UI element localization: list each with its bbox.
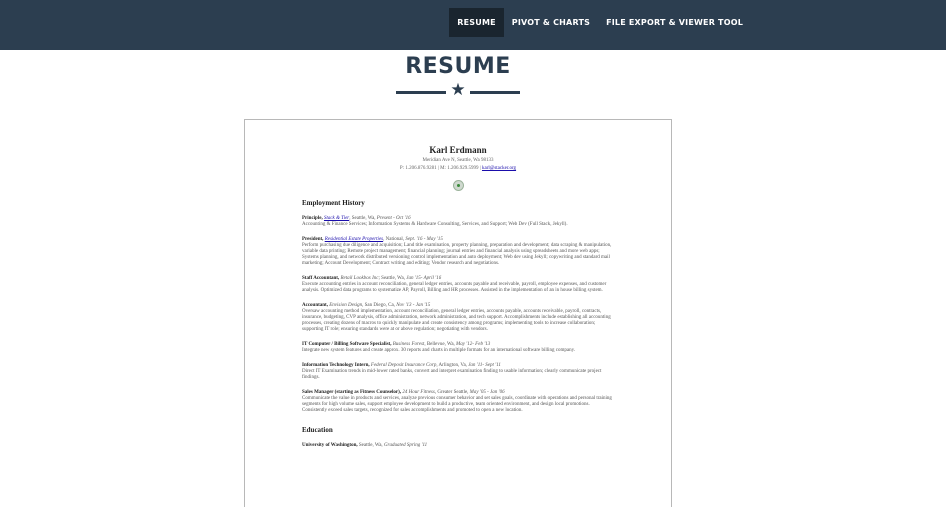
job-meta: ; Seattle, Wa, [378, 276, 407, 281]
job-meta: , National, [383, 237, 406, 242]
job-title: Sales Manager (starting as Fitness Couns… [302, 390, 402, 395]
divider-line-right [470, 91, 520, 94]
top-navbar: RESUME PIVOT & CHARTS FILE EXPORT & VIEW… [0, 0, 946, 50]
job-meta: , San Diego, Ca, [362, 303, 397, 308]
job-dates: Sept. '16 - May '15 [405, 237, 443, 242]
globe-icon[interactable] [452, 180, 464, 191]
contact-separator: | [479, 166, 481, 171]
job-dates: Jan '15- April '16 [406, 276, 442, 281]
resume-body: Employment History Principle, Stack & Ti… [245, 199, 671, 449]
job-title: Information Technology Intern, [302, 363, 370, 368]
company-link[interactable]: Residential Estate Properties [325, 237, 383, 242]
education-heading: Education [302, 426, 333, 434]
job-description: Execute accounting entries in account re… [302, 282, 607, 293]
education-entry: University of Washington, Seattle, Wa, G… [302, 443, 614, 449]
job-title: IT Computer / Billing Software Specialis… [302, 342, 392, 347]
job-entry: Accountant, Envision Design, San Diego, … [302, 303, 614, 333]
company-name: 24 Hour Fitness [402, 390, 435, 395]
resume-mobile: M: 1.206.929.5999 [440, 166, 479, 171]
job-dates: Jan '11- Sept '11 [468, 363, 501, 368]
job-dates: Nov '13 - Jan '15 [396, 303, 431, 308]
resume-header: Karl Erdmann Meridian Ave N, Seattle, Wa… [245, 145, 671, 191]
nav-pivot-charts-link[interactable]: PIVOT & CHARTS [504, 8, 598, 37]
school-meta: Seattle, Wa, [357, 443, 384, 448]
contact-separator: | [437, 166, 439, 171]
job-description: Direct IT Examination trends in mid-lowe… [302, 369, 602, 380]
job-entry: IT Computer / Billing Software Specialis… [302, 342, 614, 354]
school-name: University of Washington, [302, 443, 358, 448]
nav-resume-link[interactable]: RESUME [449, 8, 504, 37]
resume-contact: P: 1.206.876.9281 | M: 1.206.929.5999 | … [245, 166, 671, 171]
company-name: Retail Lookbox Inc [340, 276, 379, 281]
graduation-date: Graduated Spring '11 [383, 443, 428, 448]
job-entry: Sales Manager (starting as Fitness Couns… [302, 390, 614, 414]
nav-menu: RESUME PIVOT & CHARTS FILE EXPORT & VIEW… [449, 8, 751, 37]
job-meta: , Seattle, Wa, [349, 216, 377, 221]
resume-document-viewer[interactable]: Karl Erdmann Meridian Ave N, Seattle, Wa… [244, 119, 672, 507]
divider-line-left [396, 91, 446, 94]
job-title: Accountant, [302, 303, 328, 308]
resume-phone: P: 1.206.876.9281 [399, 166, 437, 171]
job-meta: , Arlington, Va, [436, 363, 469, 368]
job-description: Integrate new system features and create… [302, 348, 576, 353]
job-title: Staff Accountant, [302, 276, 340, 281]
company-name: Envision Design [329, 303, 363, 308]
resume-address: Meridian Ave N, Seattle, Wa 98133 [422, 158, 494, 163]
job-entry: Staff Accountant, Retail Lookbox Inc; Se… [302, 276, 614, 294]
job-dates: May '05 - Jan '06 [469, 390, 505, 395]
resume-email-link[interactable]: karl@stacker.org [482, 166, 516, 171]
job-description: Oversaw accounting method implementation… [302, 309, 611, 332]
star-icon: ★ [450, 80, 466, 100]
job-title: Principle, [302, 216, 323, 221]
title-divider: ★ [396, 80, 520, 102]
job-entry: Principle, Stack & Tier, Seattle, Wa, Pr… [302, 216, 614, 228]
company-name: Federal Deposit Insurance Corp [370, 363, 437, 368]
job-dates: May '12- Feb '13 [456, 342, 491, 347]
company-link[interactable]: Stack & Tier [324, 216, 349, 221]
job-entry: President, Residential Estate Properties… [302, 237, 614, 267]
job-entry: Information Technology Intern, Federal D… [302, 363, 614, 381]
job-title: President, [302, 237, 324, 242]
employment-history-heading: Employment History [302, 199, 365, 207]
job-description: Accounting & Finance Services; Informati… [302, 222, 568, 227]
job-description: Communicate the value in products and se… [302, 396, 612, 413]
job-meta: , Bellevue, Wa, [424, 342, 457, 347]
page-title: RESUME [405, 54, 511, 79]
company-name: Business Forest [392, 342, 425, 347]
nav-file-export-link[interactable]: FILE EXPORT & VIEWER TOOL [598, 8, 751, 37]
job-meta: , Greater Seattle, [434, 390, 470, 395]
job-description: Perform purchasing due diligence and acq… [302, 243, 612, 266]
resume-name: Karl Erdmann [429, 145, 487, 155]
job-dates: Present - Oct '16 [376, 216, 411, 221]
